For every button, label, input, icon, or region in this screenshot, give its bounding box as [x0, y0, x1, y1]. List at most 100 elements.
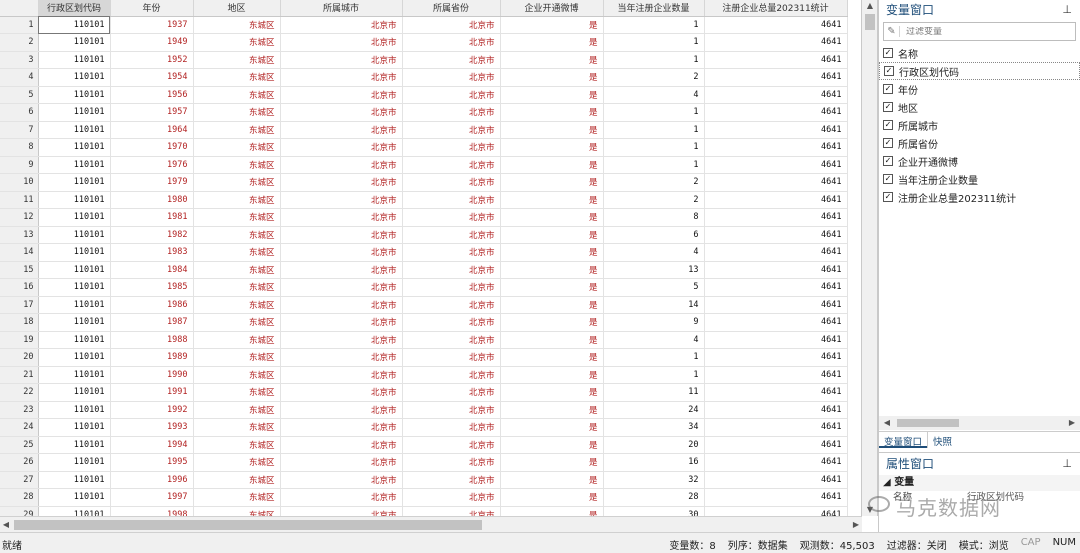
table-cell[interactable]: 24 — [603, 401, 705, 419]
collapse-triangle-icon[interactable]: ◢ — [883, 477, 891, 488]
table-row[interactable]: 5 110101 1956 东城区 北京市 北京市是 4 4641 — [0, 86, 848, 104]
table-row[interactable]: 26 110101 1995 东城区 北京市 北京市是 16 4641 — [0, 453, 848, 472]
row-number[interactable]: 3 — [0, 51, 39, 69]
table-cell[interactable]: 20 — [603, 436, 705, 454]
table-cell[interactable]: 4 — [603, 243, 705, 262]
table-cell[interactable]: 4641 — [704, 121, 848, 139]
table-cell[interactable]: 东城区 — [193, 243, 281, 262]
table-cell[interactable]: 北京市 — [280, 243, 403, 262]
table-cell[interactable]: 1994 — [110, 436, 194, 454]
row-number[interactable]: 22 — [0, 383, 39, 402]
table-cell[interactable]: 是 — [500, 16, 604, 34]
data-table[interactable]: 行政区划代码 年份 地区 所属城市 所属省份 企业开通微博 当年注册企业数量 注册企业总量20… — [0, 0, 848, 516]
row-number[interactable]: 1 — [0, 16, 39, 34]
table-cell[interactable]: 4641 — [704, 103, 848, 122]
table-cell[interactable]: 4641 — [704, 156, 848, 174]
table-cell[interactable]: 是 — [500, 296, 604, 314]
table-cell[interactable]: 北京市 — [280, 506, 403, 516]
table-cell[interactable]: 1 — [603, 121, 705, 139]
table-cell[interactable]: 4641 — [704, 506, 848, 516]
table-cell[interactable]: 1990 — [110, 366, 194, 384]
table-cell[interactable]: 东城区 — [193, 313, 281, 332]
table-cell[interactable]: 北京市 — [280, 208, 403, 227]
table-cell[interactable]: 4641 — [704, 488, 848, 507]
table-cell[interactable]: 是 — [500, 173, 604, 192]
table-cell[interactable]: 110101 — [38, 33, 111, 52]
table-cell[interactable]: 28 — [603, 488, 705, 507]
variable-list-item[interactable]: ✓ 所属省份 — [879, 134, 1080, 152]
table-cell[interactable]: 北京市 — [402, 51, 501, 69]
table-cell[interactable]: 110101 — [38, 121, 111, 139]
table-cell[interactable]: 是 — [500, 348, 604, 367]
table-cell[interactable]: 北京市 — [402, 331, 501, 349]
table-cell[interactable]: 东城区 — [193, 331, 281, 349]
table-cell[interactable]: 1987 — [110, 313, 194, 332]
table-cell[interactable]: 110101 — [38, 68, 111, 87]
table-row[interactable]: 23 110101 1992 东城区 北京市 北京市是 24 4641 — [0, 401, 848, 419]
table-cell[interactable]: 1976 — [110, 156, 194, 174]
table-cell[interactable]: 是 — [500, 156, 604, 174]
table-cell[interactable]: 东城区 — [193, 453, 281, 472]
table-row[interactable]: 12 110101 1981 东城区 北京市 北京市是 8 4641 — [0, 208, 848, 227]
row-number[interactable]: 9 — [0, 156, 39, 174]
table-cell[interactable]: 4641 — [704, 331, 848, 349]
table-cell[interactable]: 北京市 — [280, 418, 403, 437]
table-cell[interactable]: 110101 — [38, 261, 111, 279]
table-cell[interactable]: 北京市 — [402, 138, 501, 157]
row-number[interactable]: 2 — [0, 33, 39, 52]
table-cell[interactable]: 4641 — [704, 348, 848, 367]
table-cell[interactable]: 110101 — [38, 243, 111, 262]
row-number[interactable]: 6 — [0, 103, 39, 122]
table-cell[interactable]: 110101 — [38, 331, 111, 349]
table-cell[interactable]: 1 — [603, 33, 705, 52]
table-cell[interactable]: 1 — [603, 156, 705, 174]
tab-variables[interactable]: 变量窗口 — [879, 432, 928, 448]
table-cell[interactable]: 1979 — [110, 173, 194, 192]
table-cell[interactable]: 1986 — [110, 296, 194, 314]
table-row[interactable]: 11 110101 1980 东城区 北京市 北京市是 2 4641 — [0, 191, 848, 209]
table-cell[interactable]: 东城区 — [193, 33, 281, 52]
table-cell[interactable]: 2 — [603, 173, 705, 192]
table-cell[interactable]: 110101 — [38, 103, 111, 122]
table-cell[interactable]: 北京市 — [280, 138, 403, 157]
table-cell[interactable]: 北京市 — [402, 243, 501, 262]
row-number-header[interactable] — [0, 0, 39, 17]
table-cell[interactable]: 东城区 — [193, 86, 281, 104]
table-cell[interactable]: 北京市 — [280, 226, 403, 244]
table-row[interactable]: 16 110101 1985 东城区 北京市 北京市是 5 4641 — [0, 278, 848, 297]
table-cell[interactable]: 是 — [500, 261, 604, 279]
table-cell[interactable]: 北京市 — [280, 68, 403, 87]
table-row[interactable]: 18 110101 1987 东城区 北京市 北京市是 9 4641 — [0, 313, 848, 332]
table-row[interactable]: 10 110101 1979 东城区 北京市 北京市是 2 4641 — [0, 173, 848, 192]
table-cell[interactable]: 4641 — [704, 296, 848, 314]
row-number[interactable]: 8 — [0, 138, 39, 157]
table-cell[interactable]: 2 — [603, 68, 705, 87]
row-number[interactable]: 16 — [0, 278, 39, 297]
table-cell[interactable]: 4641 — [704, 436, 848, 454]
table-cell[interactable]: 北京市 — [280, 261, 403, 279]
table-cell[interactable]: 东城区 — [193, 261, 281, 279]
table-cell[interactable]: 北京市 — [402, 156, 501, 174]
table-cell[interactable]: 北京市 — [280, 348, 403, 367]
table-cell[interactable]: 是 — [500, 383, 604, 402]
column-header[interactable]: 所属城市 — [280, 0, 403, 17]
table-cell[interactable]: 4641 — [704, 33, 848, 52]
table-cell[interactable]: 东城区 — [193, 383, 281, 402]
variable-list-item[interactable]: ✓ 地区 — [879, 98, 1080, 116]
table-cell[interactable]: 1995 — [110, 453, 194, 472]
table-cell[interactable]: 北京市 — [280, 366, 403, 384]
table-cell[interactable]: 32 — [603, 471, 705, 489]
table-cell[interactable]: 北京市 — [280, 383, 403, 402]
table-cell[interactable]: 4641 — [704, 418, 848, 437]
variable-checkbox[interactable]: ✓ — [883, 192, 893, 202]
table-cell[interactable]: 110101 — [38, 383, 111, 402]
column-header[interactable]: 年份 — [110, 0, 194, 17]
table-cell[interactable]: 是 — [500, 208, 604, 227]
table-cell[interactable]: 东城区 — [193, 278, 281, 297]
table-cell[interactable]: 4641 — [704, 366, 848, 384]
variable-list[interactable]: ✓ 名称 ✓ 行政区划代码 ✓ 年份 ✓ 地区 ✓ 所属城市 ✓ 所属省份 ✓ 企业开通微博 ✓ 当年注册… — [879, 44, 1080, 206]
variable-list-item[interactable]: ✓ 年份 — [879, 80, 1080, 98]
variable-checkbox[interactable]: ✓ — [883, 102, 893, 112]
table-cell[interactable]: 东城区 — [193, 16, 281, 34]
column-header[interactable]: 行政区划代码 — [38, 0, 111, 17]
